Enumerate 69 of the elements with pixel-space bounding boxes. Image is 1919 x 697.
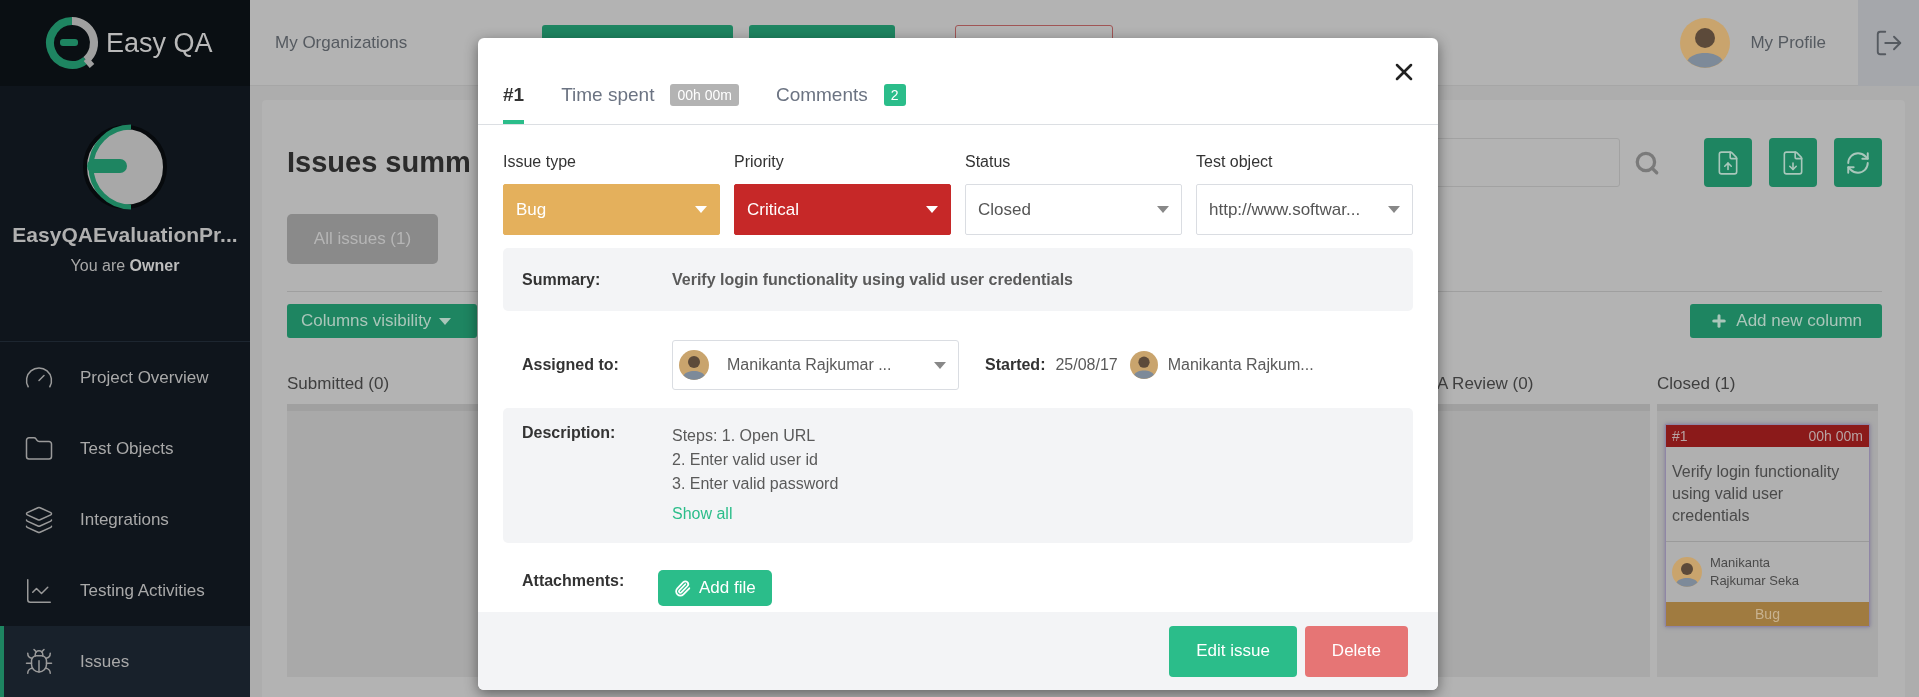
sidebar-item[interactable]: Issues: [0, 626, 250, 697]
summary-label: Summary:: [522, 270, 602, 289]
upload-button[interactable]: [1704, 138, 1752, 187]
card-summary: Verify login functionality using valid user credentials: [1666, 447, 1869, 542]
attachments-label: Attachments:: [522, 572, 626, 590]
search-icon[interactable]: [1634, 149, 1660, 176]
summary-text: Verify login functionality using valid user credentials: [672, 270, 1074, 289]
avatar: [1680, 17, 1731, 68]
started-date: 25/08/17: [1055, 356, 1118, 374]
avatar: [679, 350, 709, 380]
logo-icon: [44, 15, 100, 71]
bug-icon: [24, 646, 54, 677]
tab[interactable]: Comments 2: [775, 84, 906, 124]
card-number: #1: [1672, 428, 1688, 444]
card-type: Bug: [1666, 602, 1869, 626]
assigned-label: Assigned to:: [522, 356, 620, 374]
field-label: Priority: [734, 153, 785, 171]
column-title: Closed (1): [1657, 374, 1737, 395]
caret-icon: [1388, 206, 1400, 213]
profile-link[interactable]: My Profile: [1750, 32, 1826, 53]
caret-icon: [934, 361, 946, 369]
logout-button[interactable]: [1858, 0, 1919, 86]
issue-card[interactable]: #1 00h 00m Verify login functionality using valid user credentials Manikanta Rajkumar Seka Bug: [1665, 424, 1870, 627]
role-text: You are Owner: [70, 257, 180, 275]
brand-name: Easy QA: [106, 27, 213, 59]
description-line: Steps: 1. Open URL: [672, 426, 817, 446]
avatar: [1129, 351, 1158, 379]
started-user: Manikanta Rajkum...: [1167, 356, 1314, 374]
tab[interactable]: #1: [503, 84, 525, 124]
caret-icon: [1157, 206, 1169, 213]
tab[interactable]: Time spent 00h 00m: [561, 84, 739, 124]
caret-icon: [439, 317, 452, 325]
sidebar-item[interactable]: Integrations: [0, 484, 250, 555]
description-line: 2. Enter valid user id: [672, 450, 819, 470]
paperclip-icon: [674, 579, 691, 597]
column-title: A Review (0): [1437, 374, 1535, 395]
project-name: EasyQAEvaluationPr...: [12, 223, 238, 247]
download-button[interactable]: [1769, 138, 1817, 187]
refresh-button[interactable]: [1834, 138, 1882, 187]
add-column-button[interactable]: Add new column: [1690, 304, 1882, 338]
count-badge: 2: [883, 84, 906, 106]
avatar: [1672, 557, 1702, 587]
dropdown[interactable]: http://www.softwar...: [1196, 184, 1413, 235]
page-title: Issues summ: [287, 146, 471, 179]
dialog-button[interactable]: Delete: [1304, 625, 1408, 677]
description-label: Description:: [522, 424, 617, 443]
plus-icon: [1710, 312, 1729, 330]
assignee-dropdown[interactable]: Manikanta Rajkumar ...: [672, 340, 959, 390]
assignee-name: Manikanta Rajkumar Seka: [1710, 554, 1800, 590]
card-time: 00h 00m: [1808, 428, 1863, 444]
refresh-icon: [1845, 149, 1871, 176]
field-label: Test object: [1196, 153, 1274, 171]
column-title: Submitted (0): [287, 374, 391, 395]
field-label: Status: [965, 153, 1012, 171]
count-badge: 00h 00m: [670, 84, 739, 106]
sidebar-item[interactable]: Testing Activities: [0, 555, 250, 626]
caret-icon: [926, 206, 938, 213]
started-label: Started:: [985, 356, 1046, 374]
layers-icon: [24, 504, 54, 535]
dropdown[interactable]: Closed: [965, 184, 1182, 235]
caret-icon: [695, 206, 707, 213]
field-label: Issue type: [503, 153, 577, 171]
dropdown[interactable]: Critical: [734, 184, 951, 235]
project-logo-icon: [81, 123, 169, 211]
sidebar-item[interactable]: Project Overview: [0, 342, 250, 413]
description-line: 3. Enter valid password: [672, 474, 840, 494]
nav-link[interactable]: My Organizations: [275, 32, 408, 53]
columns-visibility-button[interactable]: Columns visibility: [287, 304, 477, 338]
sidebar-item[interactable]: Test Objects: [0, 413, 250, 484]
